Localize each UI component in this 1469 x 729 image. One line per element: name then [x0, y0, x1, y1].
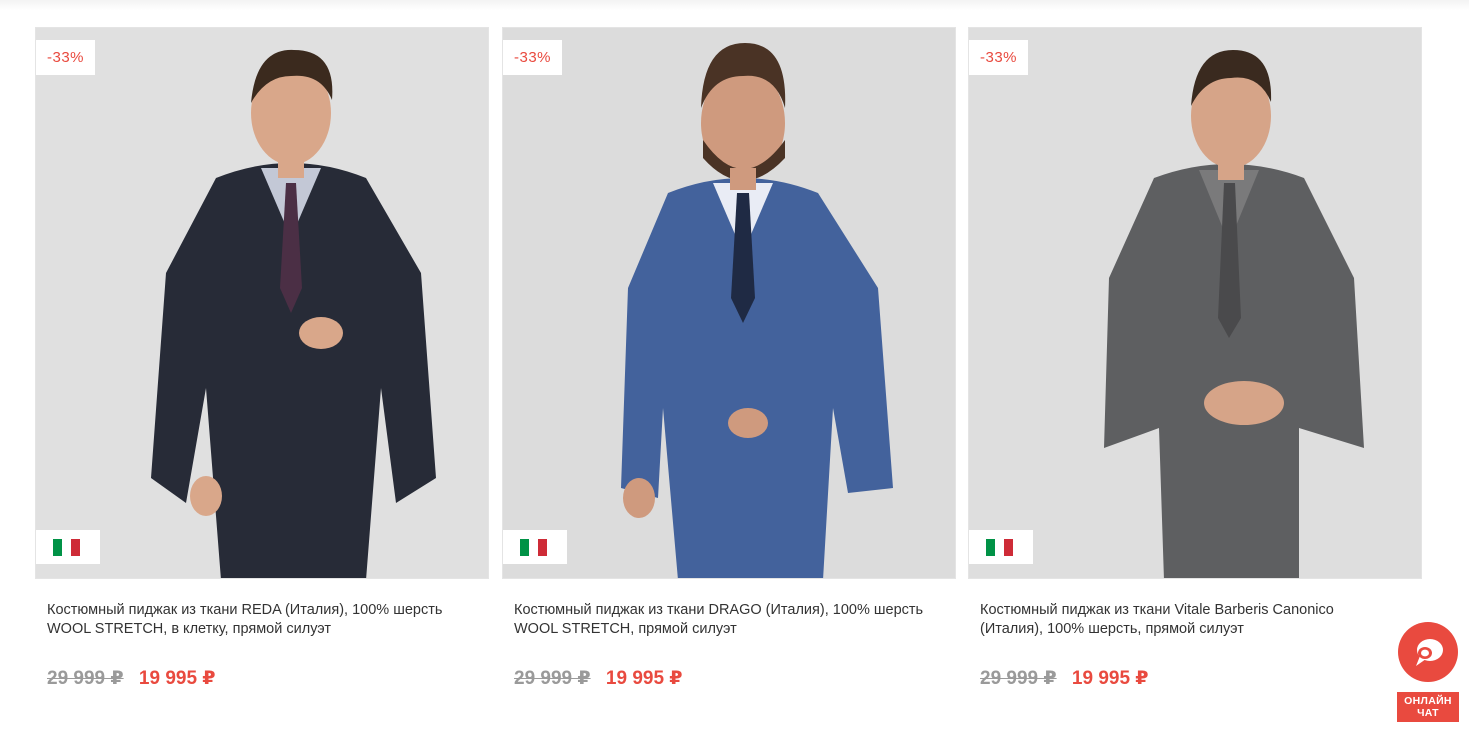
- price-block: 29 999 ₽ 19 995 ₽: [514, 667, 683, 690]
- discount-badge: -33%: [36, 40, 96, 75]
- price-block: 29 999 ₽ 19 995 ₽: [47, 667, 216, 690]
- product-title[interactable]: Костюмный пиджак из ткани DRAGO (Италия)…: [514, 601, 934, 639]
- chat-label-line1: ОНЛАЙН: [1404, 695, 1452, 707]
- country-flag-badge: [969, 530, 1033, 564]
- suit-model-illustration: [969, 28, 1421, 578]
- country-flag-badge: [36, 530, 100, 564]
- product-card[interactable]: -33% Костюмный пиджак из ткани Vitale Ba…: [968, 27, 1422, 689]
- sale-price: 19 995 ₽: [605, 668, 683, 689]
- product-image[interactable]: -33%: [35, 27, 489, 579]
- product-title[interactable]: Костюмный пиджак из ткани Vitale Barberi…: [980, 601, 1400, 639]
- discount-badge: -33%: [969, 40, 1029, 75]
- discount-badge: -33%: [503, 40, 563, 75]
- italy-flag-icon: [520, 539, 547, 556]
- old-price: 29 999 ₽: [980, 668, 1057, 689]
- online-chat-button[interactable]: [1398, 622, 1458, 682]
- online-chat-label[interactable]: ОНЛАЙН ЧАТ: [1397, 692, 1459, 722]
- old-price: 29 999 ₽: [514, 668, 591, 689]
- product-image[interactable]: -33%: [502, 27, 956, 579]
- header-shadow: [0, 0, 1469, 10]
- sale-price: 19 995 ₽: [1071, 668, 1149, 689]
- chat-label-line2: ЧАТ: [1417, 707, 1439, 719]
- price-block: 29 999 ₽ 19 995 ₽: [980, 667, 1149, 690]
- italy-flag-icon: [986, 539, 1013, 556]
- country-flag-badge: [503, 530, 567, 564]
- product-card[interactable]: -33% Костюмный пиджак из ткани REDA (Ита…: [35, 27, 489, 689]
- sale-price: 19 995 ₽: [138, 668, 216, 689]
- chat-bubble-icon: [1416, 639, 1443, 666]
- italy-flag-icon: [53, 539, 80, 556]
- suit-model-illustration: [36, 28, 488, 578]
- product-image[interactable]: -33%: [968, 27, 1422, 579]
- product-card[interactable]: -33% Костюмный пиджак из ткани DRAGO (Ит…: [502, 27, 956, 689]
- product-title[interactable]: Костюмный пиджак из ткани REDA (Италия),…: [47, 601, 467, 639]
- old-price: 29 999 ₽: [47, 668, 124, 689]
- suit-model-illustration: [503, 28, 955, 578]
